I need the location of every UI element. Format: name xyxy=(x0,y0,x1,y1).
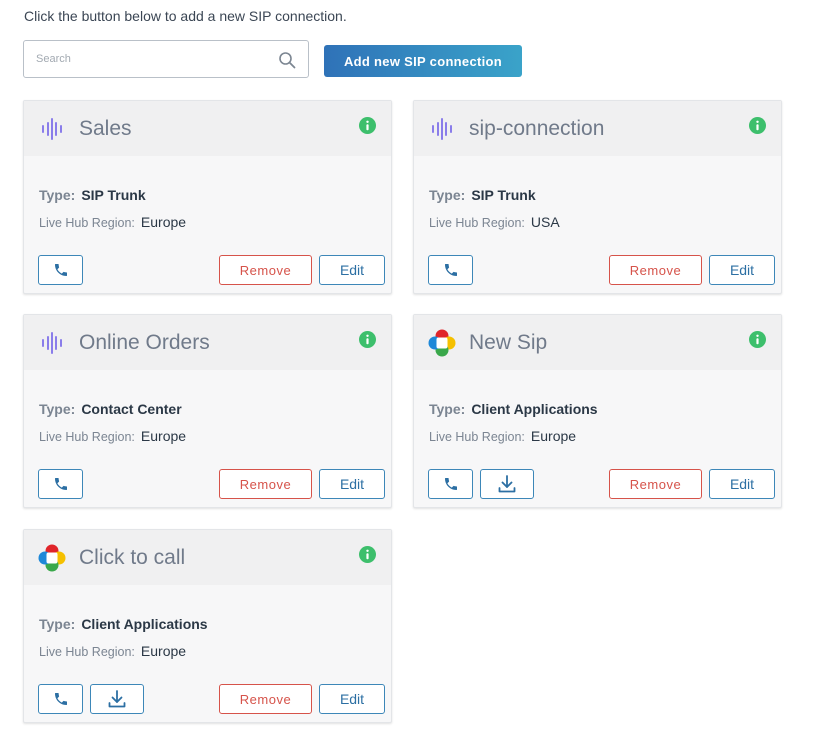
call-button[interactable] xyxy=(38,684,83,714)
type-line: Type: Contact Center xyxy=(39,401,182,417)
type-value: Client Applications xyxy=(81,616,208,632)
remove-button[interactable]: Remove xyxy=(219,684,312,714)
type-label: Type: xyxy=(429,187,466,203)
region-label: Live Hub Region: xyxy=(429,430,525,444)
info-icon[interactable] xyxy=(359,117,376,134)
region-line: Live Hub Region: Europe xyxy=(39,643,186,661)
type-value: Client Applications xyxy=(471,401,598,417)
card-header: Sales xyxy=(24,101,391,156)
region-label: Live Hub Region: xyxy=(429,216,525,230)
card-header: Online Orders xyxy=(24,315,391,370)
card-title: New Sip xyxy=(469,331,548,354)
edit-button[interactable]: Edit xyxy=(319,684,385,714)
call-button[interactable] xyxy=(428,255,473,285)
remove-button[interactable]: Remove xyxy=(219,469,312,499)
phone-icon xyxy=(444,478,457,490)
sip-connection-card: Click to call Type: Client Applications L… xyxy=(23,529,392,723)
region-line: Live Hub Region: Europe xyxy=(39,214,186,232)
sip-connection-card: Online Orders Type: Contact Center Live H… xyxy=(23,314,392,508)
region-value: Europe xyxy=(140,214,187,230)
download-icon xyxy=(498,475,516,493)
sip-connection-card: Sales Type: SIP Trunk Live Hub Region: Eur… xyxy=(23,100,392,294)
card-title: Click to call xyxy=(79,546,186,569)
card-header: New Sip xyxy=(414,315,781,370)
remove-button[interactable]: Remove xyxy=(609,469,702,499)
download-button[interactable] xyxy=(480,469,534,499)
region-value: Europe xyxy=(530,428,577,444)
call-button[interactable] xyxy=(38,469,83,499)
card-header: sip-connection xyxy=(414,101,781,156)
type-line: Type: Client Applications xyxy=(429,401,598,417)
edit-button[interactable]: Edit xyxy=(709,255,775,285)
region-label: Live Hub Region: xyxy=(39,216,135,230)
intro-text: Click the button below to add a new SIP … xyxy=(24,8,347,24)
region-value: Europe xyxy=(140,428,187,444)
info-icon[interactable] xyxy=(359,331,376,348)
region-label: Live Hub Region: xyxy=(39,645,135,659)
phone-icon xyxy=(54,693,67,705)
add-sip-connection-button[interactable]: Add new SIP connection xyxy=(324,45,522,77)
region-value: USA xyxy=(530,214,560,230)
type-label: Type: xyxy=(429,401,466,417)
sip-waveform-icon xyxy=(432,118,452,140)
type-value: Contact Center xyxy=(81,401,182,417)
type-label: Type: xyxy=(39,187,76,203)
phone-icon xyxy=(54,264,67,276)
edit-button[interactable]: Edit xyxy=(709,469,775,499)
search-box[interactable] xyxy=(23,40,309,78)
card-header: Click to call xyxy=(24,530,391,585)
webrtc-logo-icon xyxy=(428,329,456,357)
sip-waveform-icon xyxy=(42,332,62,354)
region-label: Live Hub Region: xyxy=(39,430,135,444)
region-value: Europe xyxy=(140,643,187,659)
info-icon[interactable] xyxy=(749,331,766,348)
region-line: Live Hub Region: Europe xyxy=(39,428,186,446)
phone-icon xyxy=(444,264,457,276)
card-title: sip-connection xyxy=(469,117,605,140)
remove-button[interactable]: Remove xyxy=(219,255,312,285)
download-icon xyxy=(108,690,126,708)
call-button[interactable] xyxy=(38,255,83,285)
region-line: Live Hub Region: Europe xyxy=(429,428,576,446)
remove-button[interactable]: Remove xyxy=(609,255,702,285)
type-value: SIP Trunk xyxy=(471,187,536,203)
search-input[interactable] xyxy=(24,41,276,77)
call-button[interactable] xyxy=(428,469,473,499)
edit-button[interactable]: Edit xyxy=(319,469,385,499)
edit-button[interactable]: Edit xyxy=(319,255,385,285)
type-value: SIP Trunk xyxy=(81,187,146,203)
info-icon[interactable] xyxy=(359,546,376,563)
type-line: Type: SIP Trunk xyxy=(39,187,146,203)
card-title: Sales xyxy=(79,117,132,140)
phone-icon xyxy=(54,478,67,490)
region-line: Live Hub Region: USA xyxy=(429,214,560,232)
sip-connection-card: New Sip Type: Client Applications Live Hu… xyxy=(413,314,782,508)
search-icon[interactable] xyxy=(278,51,296,69)
sip-waveform-icon xyxy=(42,118,62,140)
type-label: Type: xyxy=(39,401,76,417)
type-label: Type: xyxy=(39,616,76,632)
download-button[interactable] xyxy=(90,684,144,714)
card-title: Online Orders xyxy=(79,331,210,354)
type-line: Type: SIP Trunk xyxy=(429,187,536,203)
sip-connection-card: sip-connection Type: SIP Trunk Live Hub R… xyxy=(413,100,782,294)
type-line: Type: Client Applications xyxy=(39,616,208,632)
webrtc-logo-icon xyxy=(38,544,66,572)
info-icon[interactable] xyxy=(749,117,766,134)
